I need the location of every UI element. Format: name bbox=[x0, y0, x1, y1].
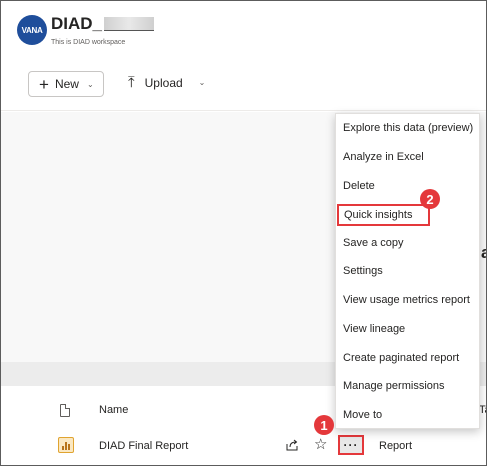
column-header-name[interactable]: Name bbox=[99, 404, 128, 416]
column-header-type[interactable]: Ta bbox=[479, 404, 486, 416]
document-icon bbox=[60, 404, 70, 417]
step-badge-1: 1 bbox=[314, 415, 334, 435]
menu-item-delete[interactable]: Delete bbox=[336, 172, 479, 201]
report-bar-chart-icon bbox=[58, 437, 74, 453]
toolbar: + New ⌄ ⤒ Upload ⌄ bbox=[1, 57, 486, 111]
menu-item-settings[interactable]: Settings bbox=[336, 257, 479, 286]
menu-item-explore-data[interactable]: Explore this data (preview) bbox=[336, 114, 479, 143]
menu-item-manage-permissions[interactable]: Manage permissions bbox=[336, 372, 479, 401]
workspace-subtitle: This is DIAD workspace bbox=[51, 39, 126, 46]
redacted-name bbox=[104, 17, 155, 31]
upload-arrow-icon: ⤒ bbox=[128, 74, 135, 91]
share-icon[interactable] bbox=[285, 438, 299, 452]
workspace-header: VANA DIAD_ This is DIAD workspace bbox=[1, 1, 486, 57]
upload-button[interactable]: ⤒ Upload ⌄ bbox=[128, 75, 205, 90]
new-button-label: New bbox=[54, 77, 79, 91]
favorite-star-icon[interactable]: ☆ bbox=[314, 437, 327, 452]
context-menu: Explore this data (preview) Analyze in E… bbox=[335, 113, 480, 429]
workspace-title: DIAD_ bbox=[51, 14, 155, 34]
menu-item-move-to[interactable]: Move to bbox=[336, 401, 479, 430]
chevron-down-icon: ⌄ bbox=[198, 78, 206, 87]
row-name-link[interactable]: DIAD Final Report bbox=[99, 440, 188, 452]
menu-item-view-lineage[interactable]: View lineage bbox=[336, 315, 479, 344]
step-badge-2: 2 bbox=[420, 189, 440, 209]
menu-item-analyze-in-excel[interactable]: Analyze in Excel bbox=[336, 143, 479, 172]
plus-icon: + bbox=[39, 74, 49, 94]
workspace-title-text: DIAD_ bbox=[51, 14, 103, 33]
menu-item-save-a-copy[interactable]: Save a copy bbox=[336, 229, 479, 258]
new-button[interactable]: + New ⌄ bbox=[28, 71, 104, 97]
chevron-down-icon: ⌄ bbox=[86, 79, 94, 89]
app-window: VANA DIAD_ This is DIAD workspace + New … bbox=[0, 0, 487, 466]
menu-item-view-usage-metrics[interactable]: View usage metrics report bbox=[336, 286, 479, 315]
cut-off-text: a bbox=[481, 243, 486, 263]
row-type: Report bbox=[379, 440, 413, 452]
workspace-logo: VANA bbox=[17, 15, 47, 45]
menu-item-create-paginated-report[interactable]: Create paginated report bbox=[336, 344, 479, 373]
more-options-button[interactable]: ··· bbox=[338, 435, 364, 455]
upload-button-label: Upload bbox=[144, 75, 183, 90]
menu-item-quick-insights[interactable]: Quick insights bbox=[337, 204, 430, 226]
